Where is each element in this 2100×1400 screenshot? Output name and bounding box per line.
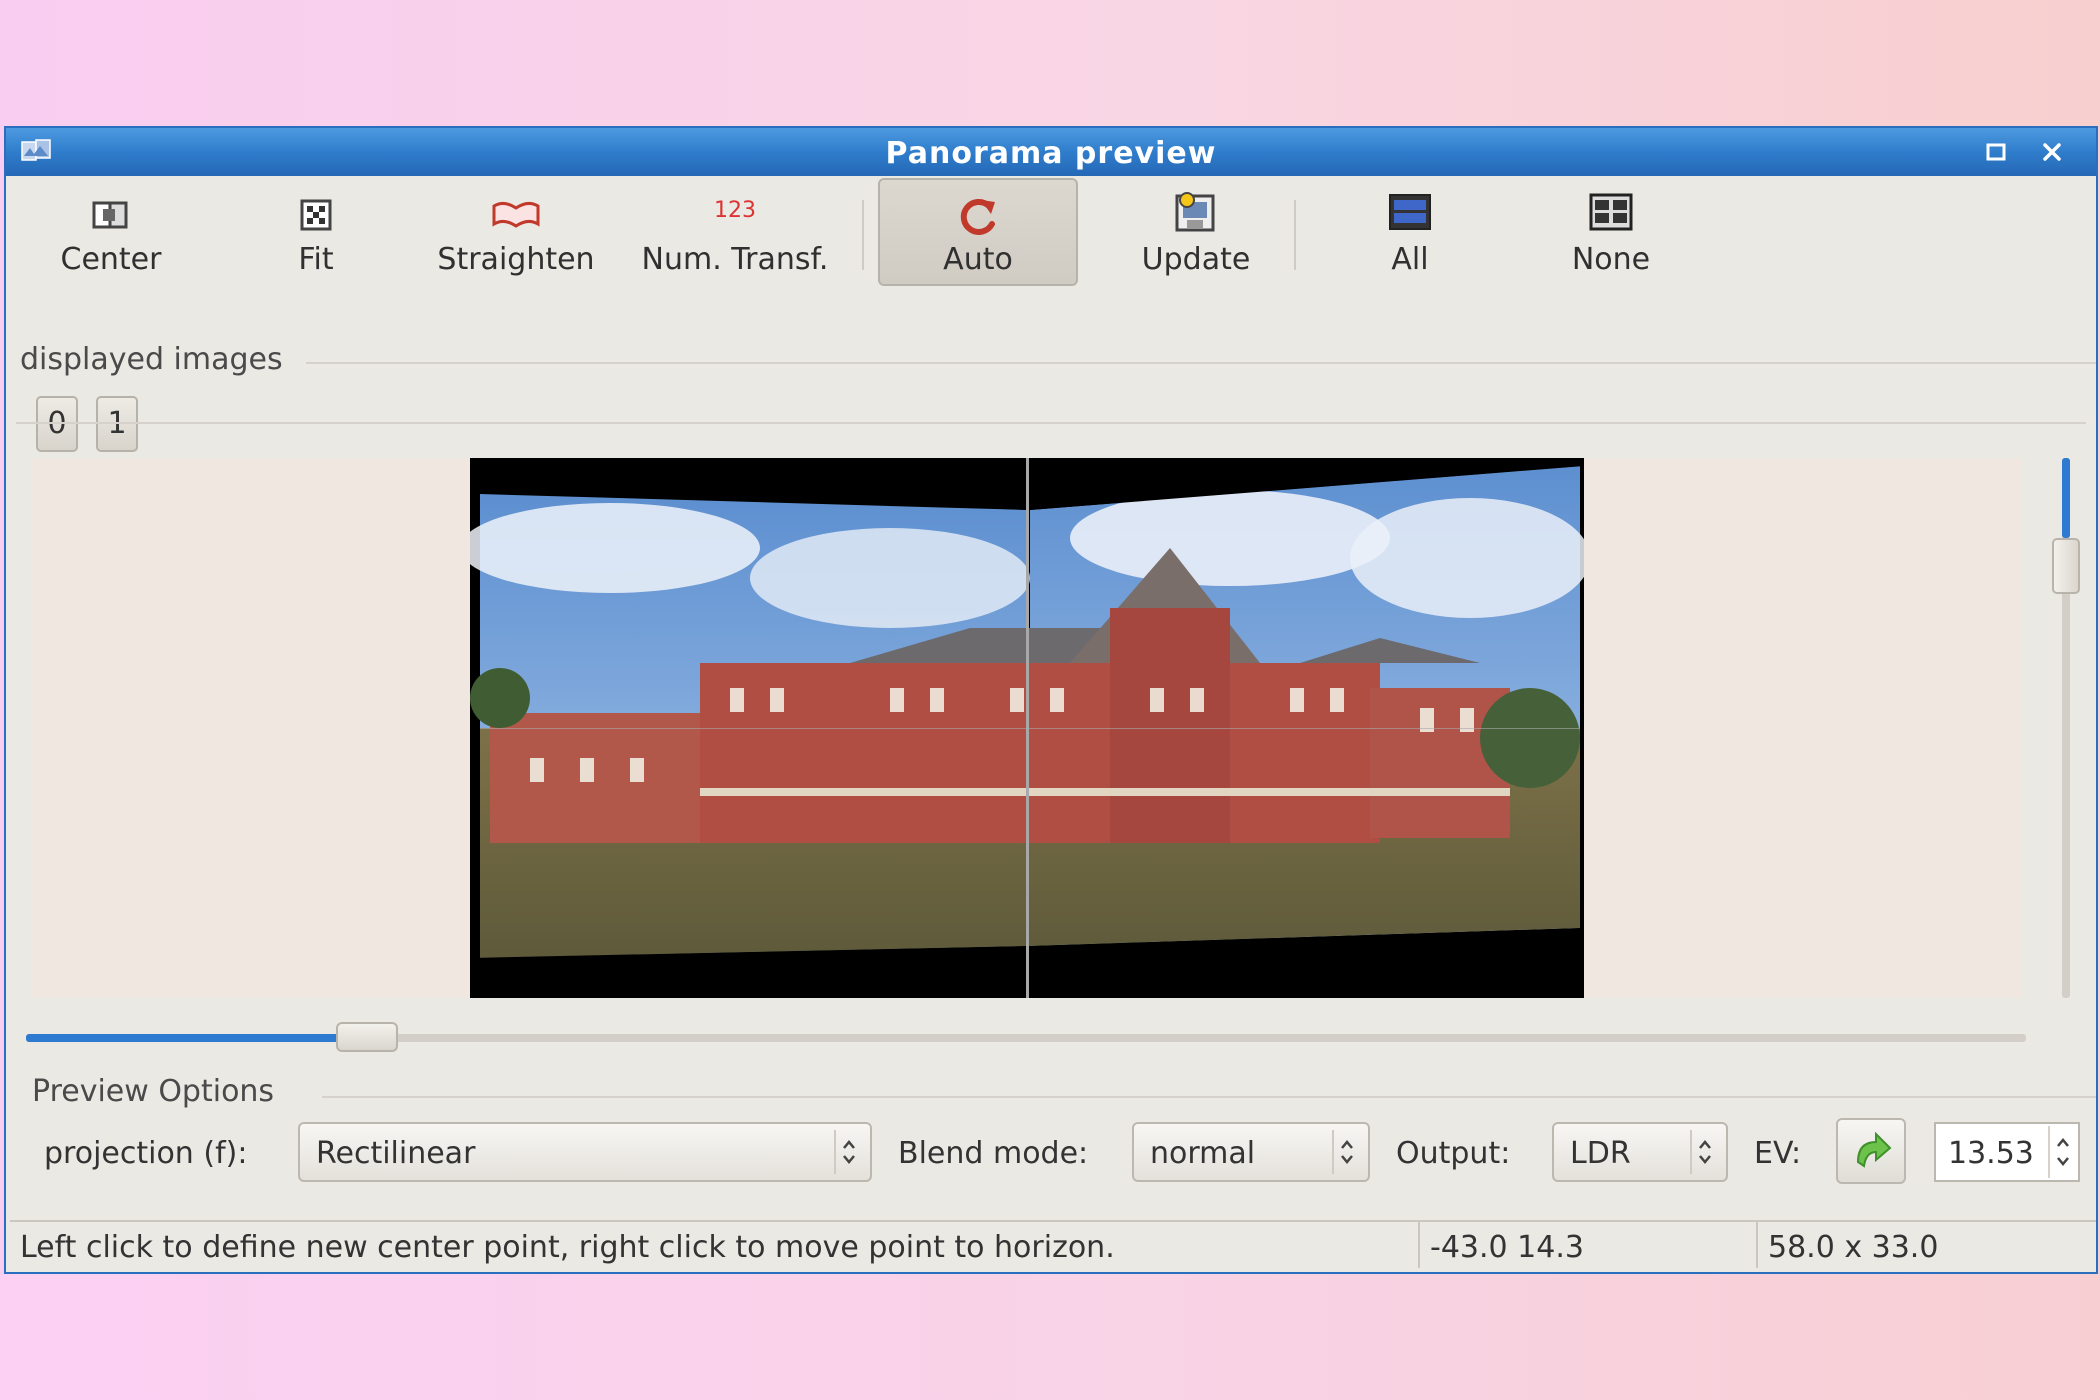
auto-button[interactable]: Auto xyxy=(878,178,1078,286)
close-button[interactable] xyxy=(2032,134,2072,170)
output-value: LDR xyxy=(1570,1136,1631,1171)
ev-reset-button[interactable] xyxy=(1836,1118,1906,1184)
toolbar-separator xyxy=(1294,200,1296,270)
center-button[interactable]: Center xyxy=(26,184,196,282)
image-toggle-0[interactable]: 0 xyxy=(36,396,78,452)
update-label: Update xyxy=(1141,242,1251,277)
ev-label: EV: xyxy=(1754,1136,1802,1171)
update-icon xyxy=(1175,192,1215,232)
fit-label: Fit xyxy=(298,242,334,277)
vertical-slider-fill xyxy=(2062,458,2070,538)
green-arrow-icon xyxy=(1856,1131,1892,1168)
image-toggle-1[interactable]: 1 xyxy=(96,396,138,452)
maximize-icon xyxy=(1986,143,2006,161)
num-transf-label: Num. Transf. xyxy=(641,242,829,277)
output-label: Output: xyxy=(1396,1136,1511,1171)
panorama-preview-window: Panorama preview Center Fit Straighten 1… xyxy=(4,126,2098,1274)
close-icon xyxy=(2043,143,2061,161)
status-fov-cell: 58.0 x 33.0 xyxy=(1758,1220,2096,1268)
spinner-arrows-icon xyxy=(1332,1130,1353,1174)
none-label: None xyxy=(1571,242,1651,277)
status-coords: -43.0 14.3 xyxy=(1430,1230,1584,1265)
ev-value: 13.53 xyxy=(1948,1136,2034,1171)
refresh-icon xyxy=(960,199,995,235)
num-transf-icon: 123 xyxy=(714,198,756,223)
displayed-images-label: displayed images xyxy=(20,342,289,377)
projection-select[interactable]: Rectilinear xyxy=(298,1122,872,1182)
num-transf-button[interactable]: 123 Num. Transf. xyxy=(622,184,848,282)
blend-mode-value: normal xyxy=(1150,1136,1256,1171)
vertical-slider-handle[interactable] xyxy=(2052,538,2080,594)
toolbar-separator xyxy=(862,200,864,270)
center-icon xyxy=(92,201,128,229)
no-images-icon xyxy=(1589,193,1633,231)
ev-input[interactable]: 13.53 xyxy=(1934,1122,2080,1182)
maximize-button[interactable] xyxy=(1976,134,2016,170)
update-button[interactable]: Update xyxy=(1096,184,1296,282)
status-coords-cell: -43.0 14.3 xyxy=(1420,1220,1758,1268)
status-bar: Left click to define new center point, r… xyxy=(6,1216,2096,1276)
desktop-background xyxy=(0,1274,2100,1400)
all-label: All xyxy=(1391,242,1429,277)
panorama-image[interactable] xyxy=(470,458,1584,998)
panorama-photo xyxy=(470,458,1584,998)
straighten-label: Straighten xyxy=(437,242,595,277)
spinner-arrows-icon xyxy=(1690,1130,1711,1174)
horizontal-slider-handle[interactable] xyxy=(336,1022,398,1052)
blend-mode-label: Blend mode: xyxy=(898,1136,1089,1171)
all-button[interactable]: All xyxy=(1346,184,1474,282)
status-message-cell: Left click to define new center point, r… xyxy=(10,1220,1420,1268)
spinner-arrows-icon[interactable] xyxy=(2048,1126,2076,1178)
section-divider xyxy=(16,422,2086,424)
projection-label: projection (f): xyxy=(44,1136,248,1171)
output-select[interactable]: LDR xyxy=(1552,1122,1728,1182)
straighten-icon xyxy=(492,201,540,228)
projection-value: Rectilinear xyxy=(316,1136,476,1171)
straighten-button[interactable]: Straighten xyxy=(416,184,616,282)
frame-divider xyxy=(306,362,2096,364)
spinner-arrows-icon xyxy=(834,1130,855,1174)
title-bar[interactable]: Panorama preview xyxy=(6,128,2096,176)
blend-mode-select[interactable]: normal xyxy=(1132,1122,1370,1182)
status-fov: 58.0 x 33.0 xyxy=(1768,1230,1939,1265)
fit-button[interactable]: Fit xyxy=(256,184,376,282)
window-title: Panorama preview xyxy=(885,136,1217,171)
preview-options-title: Preview Options xyxy=(32,1074,281,1109)
center-label: Center xyxy=(60,242,162,277)
auto-label: Auto xyxy=(943,242,1013,277)
status-message: Left click to define new center point, r… xyxy=(20,1230,1115,1265)
all-images-icon xyxy=(1389,194,1431,230)
none-button[interactable]: None xyxy=(1546,184,1676,282)
horizontal-slider-fill xyxy=(26,1034,348,1042)
toolbar: Center Fit Straighten 123 Num. Transf. A… xyxy=(6,178,2096,452)
fit-icon xyxy=(300,199,332,231)
options-divider xyxy=(322,1096,2096,1098)
